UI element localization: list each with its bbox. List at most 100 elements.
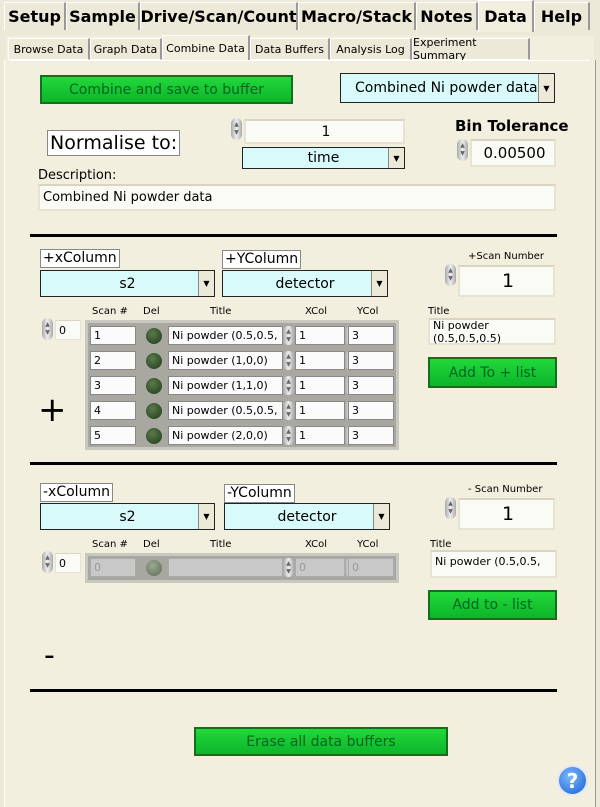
plus-title-label: Title xyxy=(428,306,450,317)
question-mark-icon[interactable]: ? xyxy=(557,765,588,796)
ycol-cell[interactable]: 0 xyxy=(348,558,394,577)
scan-number-cell[interactable]: 4 xyxy=(90,401,136,420)
delete-led-icon[interactable] xyxy=(146,328,162,344)
bin-tolerance-label: Bin Tolerance xyxy=(455,117,569,135)
scan-number-cell[interactable]: 5 xyxy=(90,426,136,445)
header-title: Title xyxy=(210,539,232,550)
plus-ycolumn-value: detector xyxy=(275,275,335,292)
description-field[interactable]: Combined Ni powder data xyxy=(38,184,556,211)
plus-xcolumn-select[interactable]: s2 ▼ xyxy=(40,270,215,297)
ycol-cell[interactable]: 3 xyxy=(348,401,394,420)
chevron-down-icon[interactable]: ▼ xyxy=(538,74,554,102)
header-scan: Scan # xyxy=(92,539,128,550)
buffer-select[interactable]: Combined Ni powder data ▼ xyxy=(340,73,555,103)
xcol-spinner-icon[interactable]: ▲ ▼ xyxy=(283,326,294,345)
tab-notes[interactable]: Notes xyxy=(416,2,478,30)
tab-sample[interactable]: Sample xyxy=(66,2,140,30)
subtab-analysis-log[interactable]: Analysis Log xyxy=(330,38,412,60)
tab-help[interactable]: Help xyxy=(534,2,590,30)
plus-ycolumn-select[interactable]: detector ▼ xyxy=(222,270,388,297)
xcol-spinner-icon[interactable]: ▲ ▼ xyxy=(283,376,294,395)
minus-scan-number-field[interactable]: 1 xyxy=(458,498,555,530)
delete-led-icon[interactable] xyxy=(146,378,162,394)
tab-macro-stack[interactable]: Macro/Stack xyxy=(298,2,416,30)
chevron-down-icon[interactable]: ▼ xyxy=(198,271,214,296)
chevron-down-icon[interactable]: ▼ xyxy=(373,504,389,529)
ycol-cell[interactable]: 3 xyxy=(348,351,394,370)
add-to-minus-list-button[interactable]: Add to - list xyxy=(428,590,557,620)
subtab-browse-data[interactable]: Browse Data xyxy=(8,38,90,60)
plus-index-spinner-icon[interactable]: ▲ ▼ xyxy=(42,318,53,340)
tab-setup[interactable]: Setup xyxy=(4,2,66,30)
minus-scan-number-label: - Scan Number xyxy=(468,484,543,495)
minus-sign: - xyxy=(44,638,55,673)
minus-index-spinner-icon[interactable]: ▲ ▼ xyxy=(42,551,53,573)
normalise-value-field[interactable]: 1 xyxy=(244,119,405,144)
header-title: Title xyxy=(210,306,232,317)
scan-number-cell[interactable]: 1 xyxy=(90,326,136,345)
erase-buffers-button[interactable]: Erase all data buffers xyxy=(194,727,448,756)
xcol-cell[interactable]: 1 xyxy=(295,326,345,345)
title-cell[interactable] xyxy=(168,558,283,577)
normalise-unit-select[interactable]: time ▼ xyxy=(242,147,405,169)
tab-drive-scan-count[interactable]: Drive/Scan/Count xyxy=(140,2,298,30)
plus-scan-spinner-icon[interactable]: ▲ ▼ xyxy=(445,264,456,286)
scan-number-cell[interactable]: 2 xyxy=(90,351,136,370)
plus-xcolumn-label: +xColumn xyxy=(40,249,120,268)
xcol-spinner-icon[interactable]: ▲ ▼ xyxy=(283,351,294,370)
xcol-cell[interactable]: 1 xyxy=(295,376,345,395)
xcol-cell[interactable]: 1 xyxy=(295,426,345,445)
chevron-down-icon[interactable]: ▼ xyxy=(371,271,387,296)
header-ycol: YCol xyxy=(357,539,379,550)
ycol-cell[interactable]: 3 xyxy=(348,376,394,395)
xcol-spinner-icon[interactable]: ▲ ▼ xyxy=(283,401,294,420)
bin-tolerance-spinner-icon[interactable]: ▲ ▼ xyxy=(457,139,468,161)
bin-tolerance-field[interactable]: 0.00500 xyxy=(470,139,556,167)
subtab-graph-data[interactable]: Graph Data xyxy=(90,38,162,60)
header-del: Del xyxy=(143,306,160,317)
title-cell[interactable]: Ni powder (2,0,0) xyxy=(168,426,283,445)
delete-led-icon[interactable] xyxy=(146,403,162,419)
delete-led-icon[interactable] xyxy=(146,560,162,576)
delete-led-icon[interactable] xyxy=(146,428,162,444)
xcol-spinner-icon[interactable]: ▲ ▼ xyxy=(283,426,294,445)
plus-xcolumn-value: s2 xyxy=(119,275,136,292)
combine-save-button[interactable]: Combine and save to buffer xyxy=(40,75,293,104)
plus-index-field[interactable]: 0 xyxy=(55,320,81,340)
subtab-experiment-summary[interactable]: Experiment Summary xyxy=(412,36,530,62)
plus-title-field: Ni powder (0.5,0.5,0.5) xyxy=(428,318,556,345)
header-ycol: YCol xyxy=(357,306,379,317)
normalise-label: Normalise to: xyxy=(47,130,181,156)
chevron-down-icon[interactable]: ▼ xyxy=(388,148,404,168)
ycol-cell[interactable]: 3 xyxy=(348,426,394,445)
title-cell[interactable]: Ni powder (0.5,0.5, xyxy=(168,401,283,420)
description-label: Description: xyxy=(38,168,117,183)
normalise-spinner-icon[interactable]: ▲ ▼ xyxy=(231,118,242,140)
xcol-spinner-icon[interactable]: ▲ ▼ xyxy=(283,558,294,577)
plus-scan-number-field[interactable]: 1 xyxy=(458,265,555,297)
chevron-down-icon[interactable]: ▼ xyxy=(198,504,214,529)
delete-led-icon[interactable] xyxy=(146,353,162,369)
scan-number-cell[interactable]: 3 xyxy=(90,376,136,395)
minus-ycolumn-select[interactable]: detector ▼ xyxy=(224,503,390,530)
xcol-cell[interactable]: 0 xyxy=(295,558,345,577)
add-to-plus-list-button[interactable]: Add To + list xyxy=(428,357,557,388)
subtab-data-buffers[interactable]: Data Buffers xyxy=(250,38,330,60)
minus-title-label: Title xyxy=(430,539,452,550)
plus-scan-number-label: +Scan Number xyxy=(468,251,545,262)
minus-scan-spinner-icon[interactable]: ▲ ▼ xyxy=(445,497,456,519)
minus-title-field: Ni powder (0.5,0.5, xyxy=(430,550,557,578)
ycol-cell[interactable]: 3 xyxy=(348,326,394,345)
tab-data[interactable]: Data xyxy=(478,0,534,32)
scan-number-cell[interactable]: 0 xyxy=(90,558,136,577)
subtab-combine-data[interactable]: Combine Data xyxy=(162,35,250,61)
header-xcol: XCol xyxy=(305,306,328,317)
title-cell[interactable]: Ni powder (1,1,0) xyxy=(168,376,283,395)
title-cell[interactable]: Ni powder (1,0,0) xyxy=(168,351,283,370)
minus-index-field[interactable]: 0 xyxy=(55,553,81,573)
xcol-cell[interactable]: 1 xyxy=(295,351,345,370)
minus-xcolumn-select[interactable]: s2 ▼ xyxy=(40,503,215,530)
xcol-cell[interactable]: 1 xyxy=(295,401,345,420)
plus-ycolumn-label: +YColumn xyxy=(222,250,302,269)
title-cell[interactable]: Ni powder (0.5,0.5, xyxy=(168,326,283,345)
